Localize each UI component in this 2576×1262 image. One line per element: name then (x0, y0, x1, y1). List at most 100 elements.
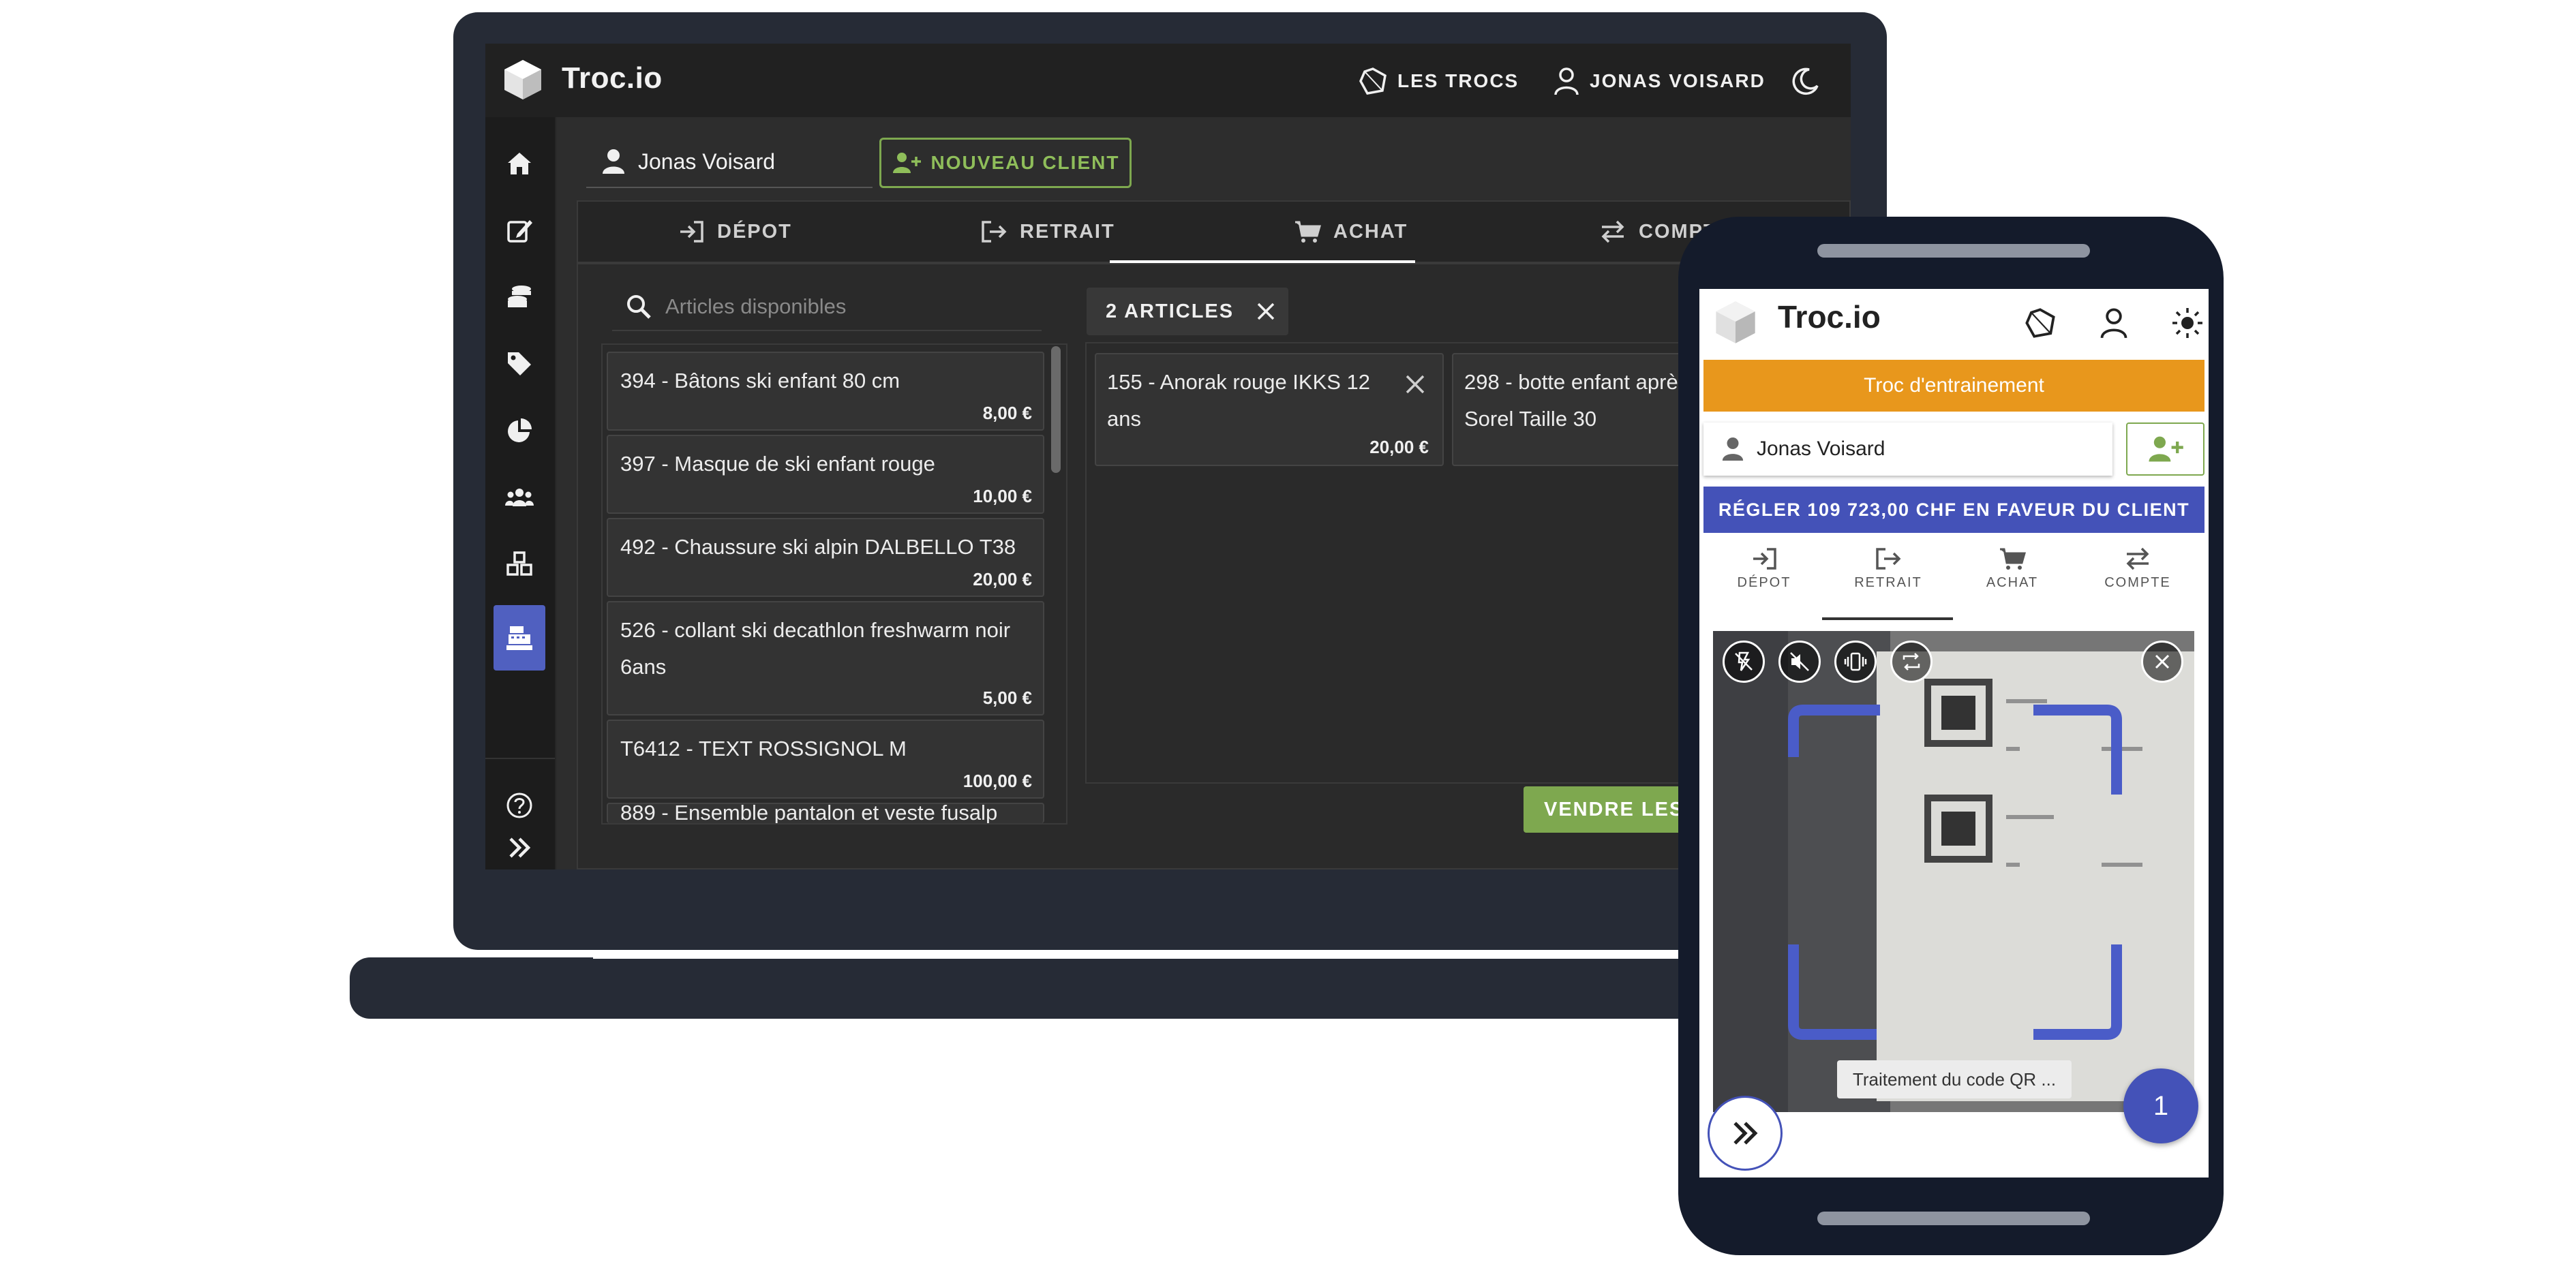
add-user-icon (2148, 436, 2183, 462)
rail-cash-register[interactable] (494, 605, 545, 671)
tab-depot-label: DÉPOT (1737, 575, 1791, 590)
user-button[interactable] (2095, 304, 2133, 342)
cart-item-price: 20,00 € (1369, 437, 1429, 457)
close-scanner-button[interactable] (2141, 641, 2183, 683)
les-trocs-label: LES TROCS (1397, 70, 1519, 91)
rail-divider (485, 758, 555, 759)
cart-count-chip[interactable]: 2 ARTICLES (1087, 288, 1288, 335)
vibrate-icon (1844, 652, 1867, 671)
phone-speaker (1817, 244, 2090, 258)
rail-stats[interactable] (494, 405, 545, 457)
tab-retrait[interactable]: RETRAIT (980, 202, 1115, 262)
tab-compte-label: COMPTE (2104, 575, 2171, 590)
list-item[interactable]: 397 - Masque de ski enfant rouge 10,00 € (607, 435, 1044, 514)
client-name: Jonas Voisard (638, 149, 776, 174)
moon-icon (1792, 67, 1819, 95)
sign-out-icon (1876, 548, 1901, 570)
tab-depot-label: DÉPOT (717, 220, 792, 243)
rail-border (555, 117, 556, 869)
article-price: 100,00 € (963, 771, 1032, 791)
volume-off-icon (1790, 652, 1809, 671)
article-name: 394 - Bâtons ski enfant 80 cm (620, 369, 900, 393)
pie-chart-icon (508, 418, 532, 442)
sign-out-icon (982, 221, 1007, 243)
settle-button[interactable]: RÉGLER 109 723,00 CHF EN FAVEUR DU CLIEN… (1703, 487, 2204, 533)
scan-count-button[interactable]: 1 (2123, 1068, 2198, 1143)
search-icon (627, 295, 651, 319)
tab-achat-label: ACHAT (1333, 220, 1408, 243)
articles-search[interactable]: Articles disponibles (612, 283, 1042, 331)
list-scrollbar[interactable] (1051, 346, 1061, 473)
article-price: 10,00 € (973, 486, 1032, 506)
trocs-button[interactable] (2021, 304, 2059, 342)
list-item[interactable]: 889 - Ensemble pantalon et veste fusalp … (607, 803, 1044, 823)
user-icon (2100, 308, 2127, 339)
tab-achat[interactable]: ACHAT (1294, 202, 1408, 262)
troc-logo-icon (504, 60, 541, 99)
sign-in-icon (1753, 548, 1776, 570)
rail-users[interactable] (494, 472, 545, 523)
trocs-icon (1359, 67, 1387, 95)
app-brand[interactable]: Troc.io (1778, 298, 1881, 335)
theme-toggle-button[interactable] (1791, 64, 1820, 98)
add-client-button[interactable] (2126, 422, 2204, 476)
article-name: 397 - Masque de ski enfant rouge (620, 452, 935, 476)
list-item[interactable]: T6412 - TEXT ROSSIGNOL M 100,00 € (607, 720, 1044, 799)
article-price: 20,00 € (973, 569, 1032, 589)
vibrate-button[interactable] (1834, 641, 1877, 683)
les-trocs-button[interactable]: LES TROCS (1358, 64, 1519, 98)
tab-retrait-label: RETRAIT (1854, 575, 1922, 590)
article-name: 492 - Chaussure ski alpin DALBELLO T38 (620, 535, 1016, 559)
tab-compte[interactable]: COMPTE (2080, 547, 2196, 608)
sign-in-icon (680, 221, 703, 243)
laptop-screen: Troc.io LES TROCS JONAS VOISARD Jonas Vo… (485, 44, 1851, 869)
switch-camera-button[interactable] (1890, 641, 1933, 683)
cart-item[interactable]: 155 - Anorak rouge IKKS 12 ans 20,00 € (1095, 353, 1444, 466)
trocs-icon (2025, 308, 2055, 338)
edit-icon (507, 220, 532, 243)
tab-depot[interactable]: DÉPOT (678, 202, 792, 262)
list-item[interactable]: 526 - collant ski decathlon freshwarm no… (607, 601, 1044, 715)
user-menu-button[interactable]: JONAS VOISARD (1553, 64, 1766, 98)
expand-button[interactable] (1708, 1096, 1783, 1171)
tab-achat[interactable]: ACHAT (1954, 547, 2070, 608)
add-user-icon (892, 153, 921, 173)
tab-retrait-label: RETRAIT (1020, 220, 1115, 243)
scan-frame-icon (1788, 705, 2122, 1040)
list-item[interactable]: 492 - Chaussure ski alpin DALBELLO T38 2… (607, 518, 1044, 597)
article-name: T6412 - TEXT ROSSIGNOL M (620, 737, 907, 760)
rail-boxes[interactable] (494, 538, 545, 590)
rail-edit[interactable] (494, 204, 545, 256)
theme-toggle-button[interactable] (2168, 304, 2207, 342)
user-icon (1722, 437, 1744, 461)
close-icon[interactable] (1256, 301, 1276, 322)
qr-scanner-view[interactable]: Traitement du code QR ... (1713, 631, 2194, 1112)
active-tab-indicator (1822, 617, 1953, 620)
training-banner: Troc d'entrainement (1703, 360, 2204, 412)
exchange-icon (2126, 547, 2149, 570)
sound-button[interactable] (1778, 641, 1821, 683)
list-item[interactable]: 394 - Bâtons ski enfant 80 cm 8,00 € (607, 352, 1044, 431)
tab-retrait[interactable]: RETRAIT (1830, 547, 1946, 608)
app-bar: Troc.io LES TROCS JONAS VOISARD (485, 44, 1851, 117)
tag-icon (508, 352, 531, 375)
tab-depot[interactable]: DÉPOT (1706, 547, 1822, 608)
help-icon (506, 792, 532, 818)
article-name: 889 - Ensemble pantalon et veste fusalp … (620, 803, 998, 823)
cart-count-label: 2 ARTICLES (1106, 300, 1234, 322)
new-client-button[interactable]: NOUVEAU CLIENT (879, 138, 1132, 188)
cart-icon (1295, 221, 1321, 243)
article-price: 8,00 € (982, 403, 1032, 423)
rail-coins[interactable] (494, 271, 545, 323)
flash-button[interactable] (1723, 641, 1765, 683)
remove-icon[interactable] (1404, 373, 1426, 395)
users-icon (505, 489, 534, 506)
client-field[interactable]: Jonas Voisard (1703, 422, 2112, 476)
expand-icon (1733, 1122, 1758, 1145)
rail-expand[interactable] (494, 822, 545, 869)
app-brand[interactable]: Troc.io (562, 61, 663, 95)
client-field[interactable]: Jonas Voisard (586, 136, 873, 188)
side-rail (485, 117, 555, 869)
rail-tags[interactable] (494, 338, 545, 390)
rail-home[interactable] (494, 138, 545, 189)
